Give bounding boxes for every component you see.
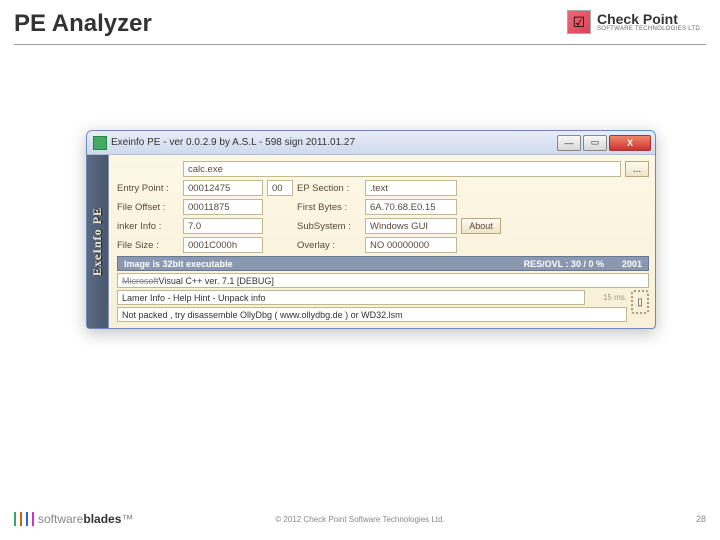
page-title: PE Analyzer [14, 10, 152, 38]
pack-info: Not packed , try disassemble OllyDbg ( w… [117, 307, 627, 322]
epsection-field[interactable]: .text [365, 180, 457, 196]
compiler-info: Microsoft Visual C++ ver. 7.1 [DEBUG] [117, 273, 649, 288]
entrypoint-field[interactable]: 00012475 [183, 180, 263, 196]
subsystem-label: SubSystem : [297, 221, 361, 232]
status-resovl: RES/OVL : 30 / 0 % [524, 259, 604, 269]
filename-field[interactable]: calc.exe [183, 161, 621, 177]
app-window: Exeinfo PE - ver 0.0.2.9 by A.S.L - 598 … [86, 130, 656, 329]
status-bar: Image is 32bit executable RES/OVL : 30 /… [117, 256, 649, 271]
about-button[interactable]: About [461, 218, 501, 234]
status-left: Image is 32bit executable [124, 259, 233, 269]
overlay-field[interactable]: NO 00000000 [365, 237, 457, 253]
blades-bold: blades [83, 512, 121, 526]
close-button[interactable]: X [609, 135, 651, 151]
subsystem-field[interactable]: Windows GUI [365, 218, 457, 234]
compiler-rest: Visual C++ ver. 7.1 [DEBUG] [159, 276, 274, 286]
copyright: © 2012 Check Point Software Technologies… [275, 515, 444, 524]
logo-subtext: SOFTWARE TECHNOLOGIES LTD. [597, 26, 702, 32]
compiler-strike: Microsoft [122, 276, 159, 286]
softwareblades-logo: softwareblades™ [14, 512, 133, 526]
sidebar: ExeInfo PE [87, 155, 109, 328]
status-year: 2001 [622, 259, 642, 269]
timing-label: 15 ms. [589, 293, 627, 302]
firstbytes-field[interactable]: 6A.70.68.E0.15 [365, 199, 457, 215]
sidebar-label: ExeInfo PE [90, 207, 105, 276]
firstbytes-label: First Bytes : [297, 202, 361, 213]
lamer-info: Lamer Info - Help Hint - Unpack info [117, 290, 585, 305]
entrypoint-extra[interactable]: 00 [267, 180, 293, 196]
checkpoint-logo: ☑ Check Point SOFTWARE TECHNOLOGIES LTD. [567, 10, 702, 34]
fileoffset-label: File Offset : [117, 202, 179, 213]
filesize-label: File Size : [117, 240, 179, 251]
blades-light: software [38, 512, 83, 526]
overlay-label: Overlay : [297, 240, 361, 251]
linkerinfo-label: inker Info : [117, 221, 179, 232]
logo-text: Check Point [597, 12, 702, 26]
window-title: Exeinfo PE - ver 0.0.2.9 by A.S.L - 598 … [111, 137, 557, 148]
titlebar[interactable]: Exeinfo PE - ver 0.0.2.9 by A.S.L - 598 … [87, 131, 655, 155]
maximize-button[interactable]: ▭ [583, 135, 607, 151]
clipboard-icon: ▯ [637, 297, 643, 308]
entrypoint-label: Entry Point : [117, 183, 179, 194]
minimize-button[interactable]: — [557, 135, 581, 151]
browse-button[interactable]: ... [625, 161, 649, 177]
linkerinfo-field[interactable]: 7.0 [183, 218, 263, 234]
page-number: 28 [696, 514, 706, 524]
filesize-field[interactable]: 0001C000h [183, 237, 263, 253]
clipboard-button[interactable]: ▯ [631, 290, 649, 314]
fileoffset-field[interactable]: 00011875 [183, 199, 263, 215]
epsection-label: EP Section : [297, 183, 361, 194]
app-icon [93, 136, 107, 150]
logo-icon: ☑ [567, 10, 591, 34]
divider [14, 44, 706, 45]
